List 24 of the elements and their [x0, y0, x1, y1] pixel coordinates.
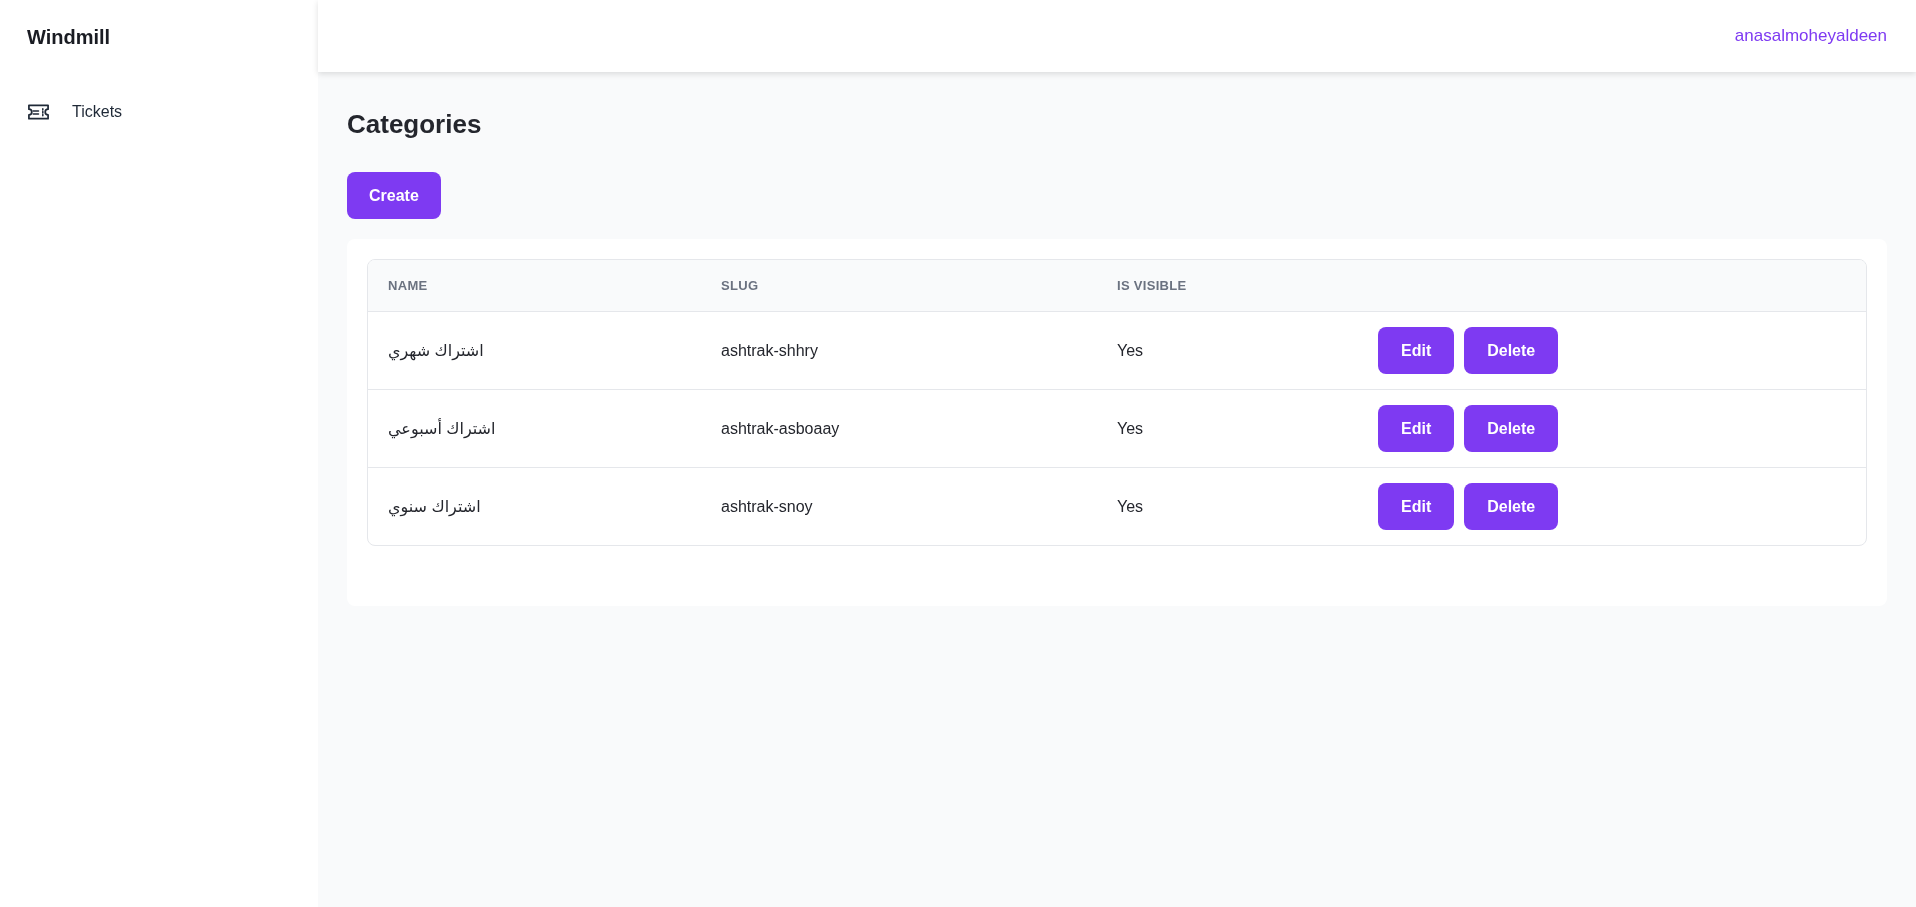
- column-header: NAME: [387, 278, 429, 293]
- page-title: Categories: [347, 108, 482, 140]
- table-cell-text: Yes: [1116, 419, 1145, 438]
- brand-logo-text[interactable]: Windmill: [27, 24, 111, 50]
- edit-button[interactable]: Edit: [1378, 327, 1455, 374]
- table-cell-text: اشتراك شهري: [387, 341, 485, 360]
- delete-button[interactable]: Delete: [1464, 327, 1559, 374]
- edit-button[interactable]: Edit: [1378, 405, 1455, 452]
- create-button[interactable]: Create: [347, 172, 441, 219]
- table-cell-text: ashtrak-snoy: [720, 497, 814, 516]
- table-cell-text: اشتراك سنوي: [387, 497, 482, 516]
- edit-button[interactable]: Edit: [1378, 483, 1455, 530]
- table-cell-text: اشتراك أسبوعي: [387, 419, 497, 438]
- table-cell-text: ashtrak-asboaay: [720, 419, 841, 438]
- column-header: IS VISIBLE: [1116, 278, 1188, 293]
- table-cell-text: Yes: [1116, 497, 1145, 516]
- ticket-icon: [27, 103, 50, 121]
- delete-button[interactable]: Delete: [1464, 405, 1559, 452]
- column-header: SLUG: [720, 278, 760, 293]
- table-cell-text: ashtrak-shhry: [720, 341, 819, 360]
- user-name-link[interactable]: anasalmoheyaldeen: [1734, 26, 1887, 46]
- delete-button[interactable]: Delete: [1464, 483, 1559, 530]
- table-cell-text: Yes: [1116, 341, 1145, 360]
- sidebar-item[interactable]: Tickets: [0, 100, 123, 124]
